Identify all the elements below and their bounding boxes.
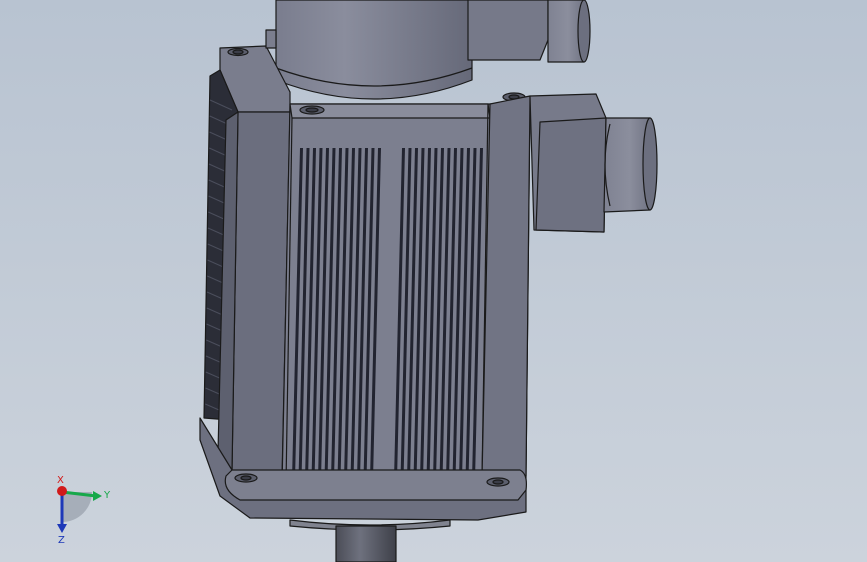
cad-viewport[interactable]: X Y Z xyxy=(0,0,867,562)
z-axis-label: Z xyxy=(58,535,65,546)
y-axis-label: Y xyxy=(103,490,111,501)
rear-connector[interactable] xyxy=(467,0,591,63)
x-axis xyxy=(57,486,67,496)
left-side-face xyxy=(217,111,291,479)
top-cylinder[interactable] xyxy=(275,0,473,100)
x-axis-label: X xyxy=(57,475,64,486)
model-scene[interactable]: X Y Z xyxy=(0,0,867,562)
motor-shaft[interactable] xyxy=(335,525,397,562)
